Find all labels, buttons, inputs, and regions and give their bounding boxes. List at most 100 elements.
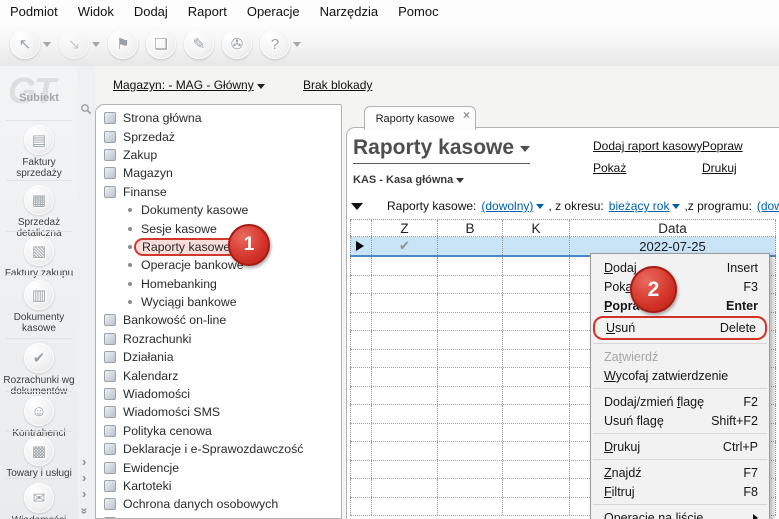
toolbar-group-edit-document-icon: ✎ xyxy=(176,29,214,59)
empty-cell xyxy=(350,497,372,515)
expand-all-icon[interactable] xyxy=(77,508,91,515)
menu-dodaj[interactable]: Dodaj xyxy=(124,1,178,22)
menu-pomoc[interactable]: Pomoc xyxy=(388,1,448,22)
menu-narzedzia[interactable]: Narzędzia xyxy=(310,1,389,22)
tree-item-magazyn[interactable]: Magazyn xyxy=(96,164,341,182)
tree-item-polityka-cenowa[interactable]: Polityka cenowa xyxy=(96,422,341,440)
expand-chevron-icon[interactable] xyxy=(82,454,86,469)
menu-operacje[interactable]: Operacje xyxy=(237,1,310,22)
tree-item-icon xyxy=(104,314,116,327)
menu-item-drukuj[interactable]: Drukuj Ctrl+P xyxy=(591,437,769,456)
chevron-down-icon[interactable] xyxy=(293,41,301,47)
cell-b xyxy=(438,237,503,255)
tree-item-bankowosc-on-line[interactable]: Bankowość on-line xyxy=(96,311,341,329)
column-header-k[interactable]: K xyxy=(503,220,570,236)
empty-cell xyxy=(350,294,372,312)
expand-chevron-icon[interactable] xyxy=(82,486,86,501)
tab-raporty-kasowe[interactable]: Raporty kasowe xyxy=(364,106,476,130)
empty-cell xyxy=(372,442,438,460)
tree-item-wiadomosci[interactable]: Wiadomości xyxy=(96,385,341,403)
sidebar-item-dokumenty-kasowe[interactable]: ▥ Dokumenty kasowe xyxy=(0,275,78,334)
menu-item-operacje-na-liscie[interactable]: Operacje na liście xyxy=(591,508,769,519)
divider xyxy=(6,275,72,276)
tree-item-strona-glowna[interactable]: Strona główna xyxy=(96,109,341,127)
tree-item-sesje-kasowe[interactable]: Sesje kasowe xyxy=(96,219,341,237)
menu-item-popraw[interactable]: Popraw Enter xyxy=(591,296,769,315)
empty-cell xyxy=(372,423,438,441)
edit-document-icon[interactable]: ✎ xyxy=(184,29,214,59)
flag-icon[interactable]: ⚑ xyxy=(108,29,138,59)
tree-item-wiadomosci-sms[interactable]: Wiadomości SMS xyxy=(96,403,341,421)
link-dodaj-raport-kasowy[interactable]: Dodaj raport kasowy xyxy=(593,139,702,153)
menu-item-dodaj[interactable]: Dodaj Insert xyxy=(591,258,769,277)
page-title-dropdown[interactable]: Raporty kasowe xyxy=(353,136,531,164)
menu-item-usun-flage[interactable]: Usuń flagę Shift+F2 xyxy=(591,411,769,430)
tree-item-icon xyxy=(104,443,116,456)
empty-cell xyxy=(372,257,438,275)
menu-item-usun[interactable]: Usuń Delete xyxy=(593,316,767,340)
tree-item-rozrachunki[interactable]: Rozrachunki xyxy=(96,330,341,348)
empty-cell xyxy=(503,275,570,293)
filter-program-dropdown[interactable]: (dowolny) xyxy=(757,199,779,213)
menu-item-wycofaj-zatwierdzenie[interactable]: Wycofaj zatwierdzenie xyxy=(591,366,769,385)
filter-period-dropdown[interactable]: bieżący rok xyxy=(609,199,670,213)
new-document-icon[interactable]: ❏ xyxy=(146,29,176,59)
divider xyxy=(6,478,72,479)
tree-item-wyciagi-bankowe[interactable]: Wyciągi bankowe xyxy=(96,293,341,311)
link-popraw[interactable]: Popraw xyxy=(702,139,743,153)
toolbar-group-new-document-icon: ❏ xyxy=(138,29,176,59)
tree-item-icon xyxy=(104,461,116,474)
sidebar-item-faktury-sprzedazy[interactable]: ▤ Faktury sprzedaży xyxy=(0,120,78,179)
tree-item-zakup[interactable]: Zakup xyxy=(96,146,341,164)
column-header-data[interactable]: Data xyxy=(570,220,776,236)
menu-item-znajdz[interactable]: Znajdź F7 xyxy=(591,463,769,482)
menu-item-shortcut: F7 xyxy=(743,465,758,480)
menu-raport[interactable]: Raport xyxy=(178,1,237,22)
back-icon[interactable]: ↖ xyxy=(10,29,40,59)
close-icon[interactable] xyxy=(463,108,470,122)
sidebar-item-faktury-zakupu[interactable]: ▧ Faktury zakupu xyxy=(0,231,78,279)
cell-z xyxy=(372,237,438,255)
tree-item-operacje-bankowe[interactable]: Operacje bankowe xyxy=(96,256,341,274)
tree-item-ochrona-danych-osobowych[interactable]: Ochrona danych osobowych xyxy=(96,495,341,513)
sidebar-item-wiadomosci[interactable]: ✉ Wiadomości xyxy=(0,478,78,519)
help-icon[interactable]: ? xyxy=(260,29,290,59)
stamp-icon[interactable]: ✇ xyxy=(222,29,252,59)
tree-item-raporty-kasowe[interactable]: Raporty kasowe xyxy=(96,237,341,256)
sidebar-item-towary-i-uslugi[interactable]: ▩ Towary i usługi xyxy=(0,431,78,479)
tree-item-ewidencje[interactable]: Ewidencje xyxy=(96,458,341,476)
tree-item-naklejki[interactable]: Naklejki xyxy=(96,514,341,518)
cash-register-selector[interactable]: KAS - Kasa główna xyxy=(353,174,465,186)
menu-widok[interactable]: Widok xyxy=(68,1,124,22)
column-header-b[interactable]: B xyxy=(438,220,503,236)
sidebar-item-rozrachunki-wg-dokumentow[interactable]: ✔ Rozrachunki wg dokumentów xyxy=(0,338,78,397)
column-header-z[interactable]: Z xyxy=(372,220,438,236)
tree-item-homebanking[interactable]: Homebanking xyxy=(96,275,341,293)
warehouse-selector[interactable]: Magazyn: - MAG - Główny xyxy=(113,78,265,92)
menu-item-label: Wycofaj zatwierdzenie xyxy=(604,368,729,383)
toolbar-group-help-icon: ? xyxy=(252,29,301,59)
link-pokaz[interactable]: Pokaż xyxy=(593,161,702,175)
tree-item-kalendarz[interactable]: Kalendarz xyxy=(96,366,341,384)
tree-item-label: Raporty kasowe xyxy=(134,237,239,256)
link-drukuj[interactable]: Drukuj xyxy=(702,161,743,175)
tree-item-dzialania[interactable]: Działania xyxy=(96,348,341,366)
menu-item-filtruj[interactable]: Filtruj F8 xyxy=(591,482,769,501)
expand-chevron-icon[interactable] xyxy=(82,470,86,485)
column-filter-icon[interactable] xyxy=(351,202,363,210)
menu-podmiot[interactable]: Podmiot xyxy=(0,1,68,22)
filter-type-dropdown[interactable]: (dowolny) xyxy=(481,199,533,213)
tree-item-finanse[interactable]: Finanse xyxy=(96,183,341,201)
tree-item-kartoteki[interactable]: Kartoteki xyxy=(96,477,341,495)
menu-separator xyxy=(593,433,767,434)
lock-status-link[interactable]: Brak blokady xyxy=(303,78,372,92)
toolbar: ↖ ↘ ⚑ ❏ ✎ ✇? xyxy=(0,22,779,67)
tree-item-deklaracje-i-e-sprawozdawczosc[interactable]: Deklaracje i e-Sprawozdawczość xyxy=(96,440,341,458)
tree-item-dokumenty-kasowe[interactable]: Dokumenty kasowe xyxy=(96,201,341,219)
menu-item-pokaz[interactable]: PokażF3 xyxy=(591,277,769,296)
menu-item-zatwierdz: Zatwierdź xyxy=(591,347,769,366)
menu-item-dodaj-zmien-flage[interactable]: Dodaj/zmień flagę F2 xyxy=(591,392,769,411)
magnifier-icon[interactable] xyxy=(80,102,92,120)
chevron-down-icon[interactable] xyxy=(43,41,51,47)
tree-item-sprzedaz[interactable]: Sprzedaż xyxy=(96,127,341,145)
